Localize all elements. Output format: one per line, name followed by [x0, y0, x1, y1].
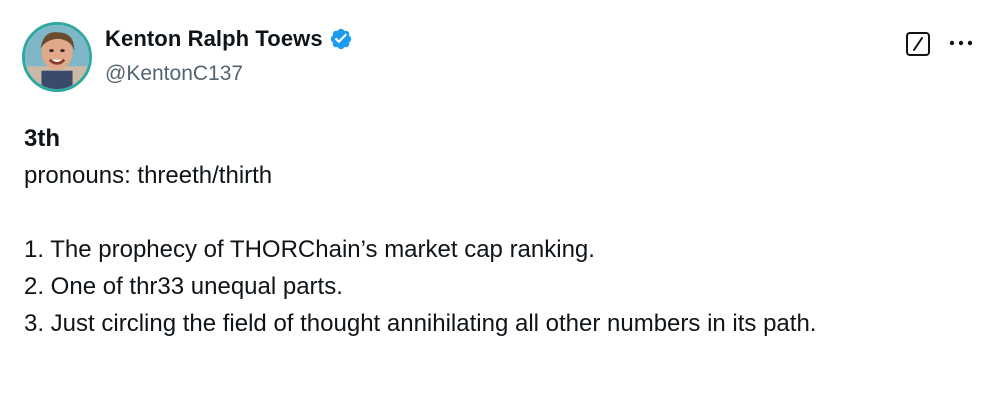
verified-badge-icon[interactable] [329, 27, 353, 51]
author-display-name[interactable]: Kenton Ralph Toews [105, 26, 323, 52]
tweet-list-item: 2. One of thr33 unequal parts. [24, 273, 343, 300]
tweet-text: 3th pronouns: threeth/thirth 1. The prop… [24, 120, 964, 342]
tweet-card: Kenton Ralph Toews @KentonC137 3th prono… [0, 0, 1000, 412]
author-handle[interactable]: @KentonC137 [105, 62, 243, 86]
author-name-row: Kenton Ralph Toews [105, 26, 353, 52]
tweet-list-item: 3. Just circling the field of thought an… [24, 310, 817, 337]
tweet-pronouns-line: pronouns: threeth/thirth [24, 162, 273, 189]
avatar-image [25, 25, 89, 89]
grok-icon[interactable] [905, 31, 931, 57]
avatar[interactable] [22, 22, 92, 92]
tweet-list-item: 1. The prophecy of THORChain’s market ca… [24, 236, 595, 263]
tweet-headline: 3th [24, 125, 60, 152]
more-options-icon[interactable] [948, 30, 974, 56]
